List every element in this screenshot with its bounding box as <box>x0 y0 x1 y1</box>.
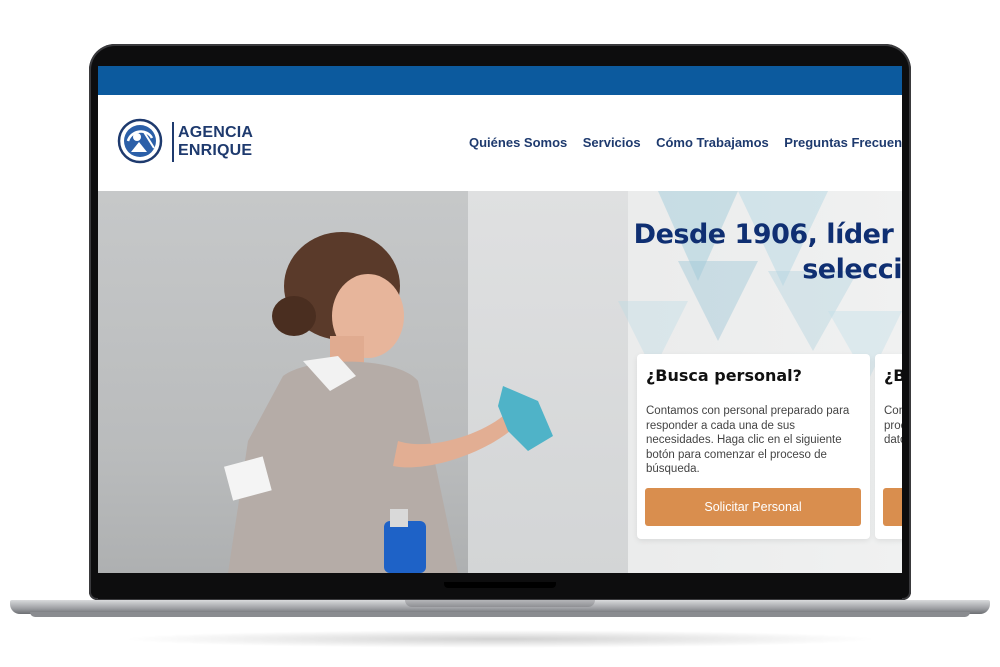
hero-title-line-2: selecció <box>802 254 902 285</box>
laptop-opening-notch <box>405 600 595 607</box>
laptop-hinge-bar <box>444 582 556 588</box>
nav-preguntas-frecuentes[interactable]: Preguntas Frecuentes <box>784 135 902 150</box>
solicitar-personal-button[interactable]: Solicitar Personal <box>645 488 861 526</box>
logo-line-1: AGENCIA <box>178 124 254 141</box>
partial-card-button[interactable] <box>883 488 902 526</box>
card-text: Contamos con personal preparado para res… <box>646 405 850 475</box>
hero-title-line-1: Desde 1906, líder e <box>633 219 902 250</box>
housekeeper-photo <box>224 232 553 573</box>
main-nav: Quiénes Somos Servicios Cómo Trabajamos … <box>469 135 902 150</box>
hero-section: Desde 1906, líder e selecció ¿Busca pers… <box>98 191 902 573</box>
card-title: ¿B <box>884 366 902 385</box>
logo-divider <box>172 122 174 162</box>
top-bar <box>98 66 902 95</box>
agency-logo-icon[interactable] <box>117 118 163 164</box>
card-partial-second: ¿B Con proc dato <box>875 354 902 539</box>
hero-title: Desde 1906, líder e selecció <box>634 217 902 287</box>
card-text: Con proc dato <box>884 405 902 446</box>
logo-line-2: ENRIQUE <box>178 142 253 159</box>
laptop-shadow <box>120 630 880 648</box>
nav-servicios[interactable]: Servicios <box>583 135 641 150</box>
card-busca-personal: ¿Busca personal? Contamos con personal p… <box>637 354 870 539</box>
nav-como-trabajamos[interactable]: Cómo Trabajamos <box>656 135 769 150</box>
card-title: ¿Busca personal? <box>646 366 802 385</box>
agency-logo-text[interactable]: AGENCIA ENRIQUE <box>178 124 253 160</box>
laptop-base-bottom <box>30 612 970 617</box>
nav-quienes-somos[interactable]: Quiénes Somos <box>469 135 567 150</box>
laptop-screen: AGENCIA ENRIQUE Quiénes Somos Servicios … <box>98 66 902 573</box>
